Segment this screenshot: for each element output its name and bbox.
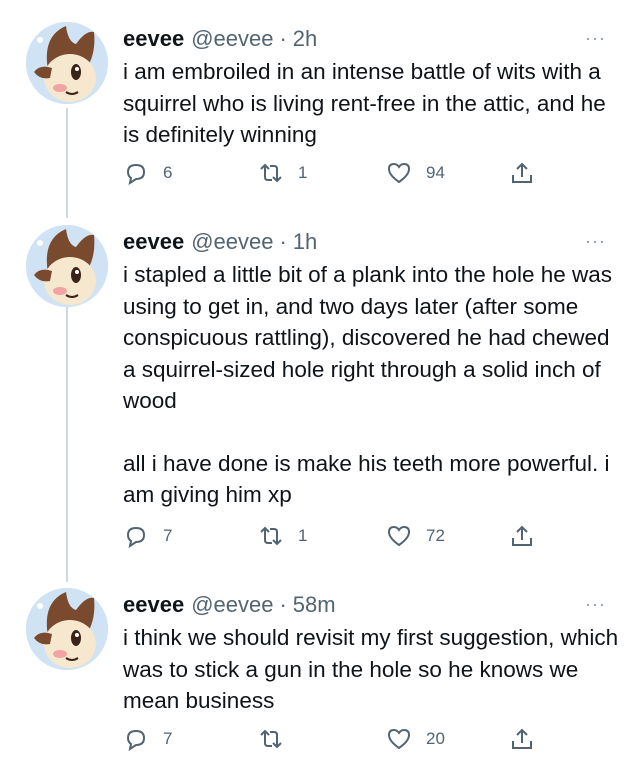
- reply-button[interactable]: 7: [123, 726, 172, 752]
- reply-count: 7: [163, 526, 173, 545]
- like-count: 72: [426, 526, 445, 545]
- timestamp[interactable]: 1h: [293, 229, 317, 255]
- share-button[interactable]: [509, 726, 535, 752]
- share-icon: [512, 525, 532, 546]
- reply-count: 7: [163, 729, 173, 748]
- avatar-image: [26, 22, 108, 104]
- like-button[interactable]: 72: [386, 523, 445, 549]
- retweet-icon: [260, 729, 282, 749]
- reply-button[interactable]: 6: [123, 160, 172, 186]
- like-button[interactable]: 20: [386, 726, 445, 752]
- avatar[interactable]: [26, 22, 108, 104]
- retweet-count: 1: [298, 526, 308, 545]
- tweet-paragraph: i think we should revisit my first sugge…: [123, 625, 619, 713]
- action-bar: 7 20: [123, 726, 543, 756]
- like-count: 20: [426, 729, 445, 748]
- tweet-paragraph: i stapled a little bit of a plank into t…: [123, 262, 613, 413]
- display-name[interactable]: eevee: [123, 592, 184, 618]
- tweet-paragraph: all i have done is make his teeth more p…: [123, 450, 610, 508]
- like-icon: [387, 525, 411, 547]
- reply-icon: [126, 526, 146, 549]
- more-icon[interactable]: ···: [585, 231, 606, 252]
- display-name[interactable]: eevee: [123, 26, 184, 52]
- retweet-icon: [260, 526, 282, 546]
- user-handle[interactable]: @eevee: [191, 26, 273, 52]
- avatar-image: [26, 225, 108, 307]
- separator-dot: ·: [279, 229, 287, 254]
- reply-icon: [126, 163, 146, 186]
- display-name[interactable]: eevee: [123, 229, 184, 255]
- tweet-header: eevee @eevee · 1h: [123, 225, 317, 259]
- timestamp[interactable]: 2h: [293, 26, 317, 52]
- tweet[interactable]: eevee @eevee · 1h ··· i stapled a little…: [0, 225, 640, 560]
- tweet-text: i am embroiled in an intense battle of w…: [123, 56, 623, 151]
- retweet-count: 1: [298, 163, 308, 182]
- tweet[interactable]: eevee @eevee · 2h ··· i am embroiled in …: [0, 22, 640, 202]
- separator-dot: ·: [279, 592, 287, 617]
- reply-count: 6: [163, 163, 173, 182]
- like-button[interactable]: 94: [386, 160, 445, 186]
- avatar[interactable]: [26, 588, 108, 670]
- tweet[interactable]: eevee @eevee · 58m ··· i think we should…: [0, 588, 640, 768]
- more-icon[interactable]: ···: [585, 594, 606, 615]
- share-button[interactable]: [509, 160, 535, 186]
- share-icon: [512, 728, 532, 749]
- separator-dot: ·: [279, 26, 287, 51]
- tweet-text: i stapled a little bit of a plank into t…: [123, 259, 623, 511]
- like-count: 94: [426, 163, 445, 182]
- tweet-paragraph: i am embroiled in an intense battle of w…: [123, 59, 606, 147]
- reply-icon: [126, 729, 146, 752]
- action-bar: 6 1 94: [123, 160, 543, 190]
- tweet-header: eevee @eevee · 2h: [123, 22, 317, 56]
- retweet-icon: [260, 163, 282, 183]
- share-button[interactable]: [509, 523, 535, 549]
- like-icon: [387, 162, 411, 184]
- share-icon: [512, 162, 532, 183]
- avatar[interactable]: [26, 225, 108, 307]
- like-icon: [387, 728, 411, 750]
- more-icon[interactable]: ···: [585, 28, 606, 49]
- retweet-button[interactable]: [258, 726, 298, 752]
- avatar-image: [26, 588, 108, 670]
- user-handle[interactable]: @eevee: [191, 229, 273, 255]
- timestamp[interactable]: 58m: [293, 592, 336, 618]
- reply-button[interactable]: 7: [123, 523, 172, 549]
- user-handle[interactable]: @eevee: [191, 592, 273, 618]
- tweet-text: i think we should revisit my first sugge…: [123, 622, 623, 717]
- retweet-button[interactable]: 1: [258, 523, 307, 549]
- action-bar: 7 1 72: [123, 523, 543, 553]
- retweet-button[interactable]: 1: [258, 160, 307, 186]
- tweet-header: eevee @eevee · 58m: [123, 588, 336, 622]
